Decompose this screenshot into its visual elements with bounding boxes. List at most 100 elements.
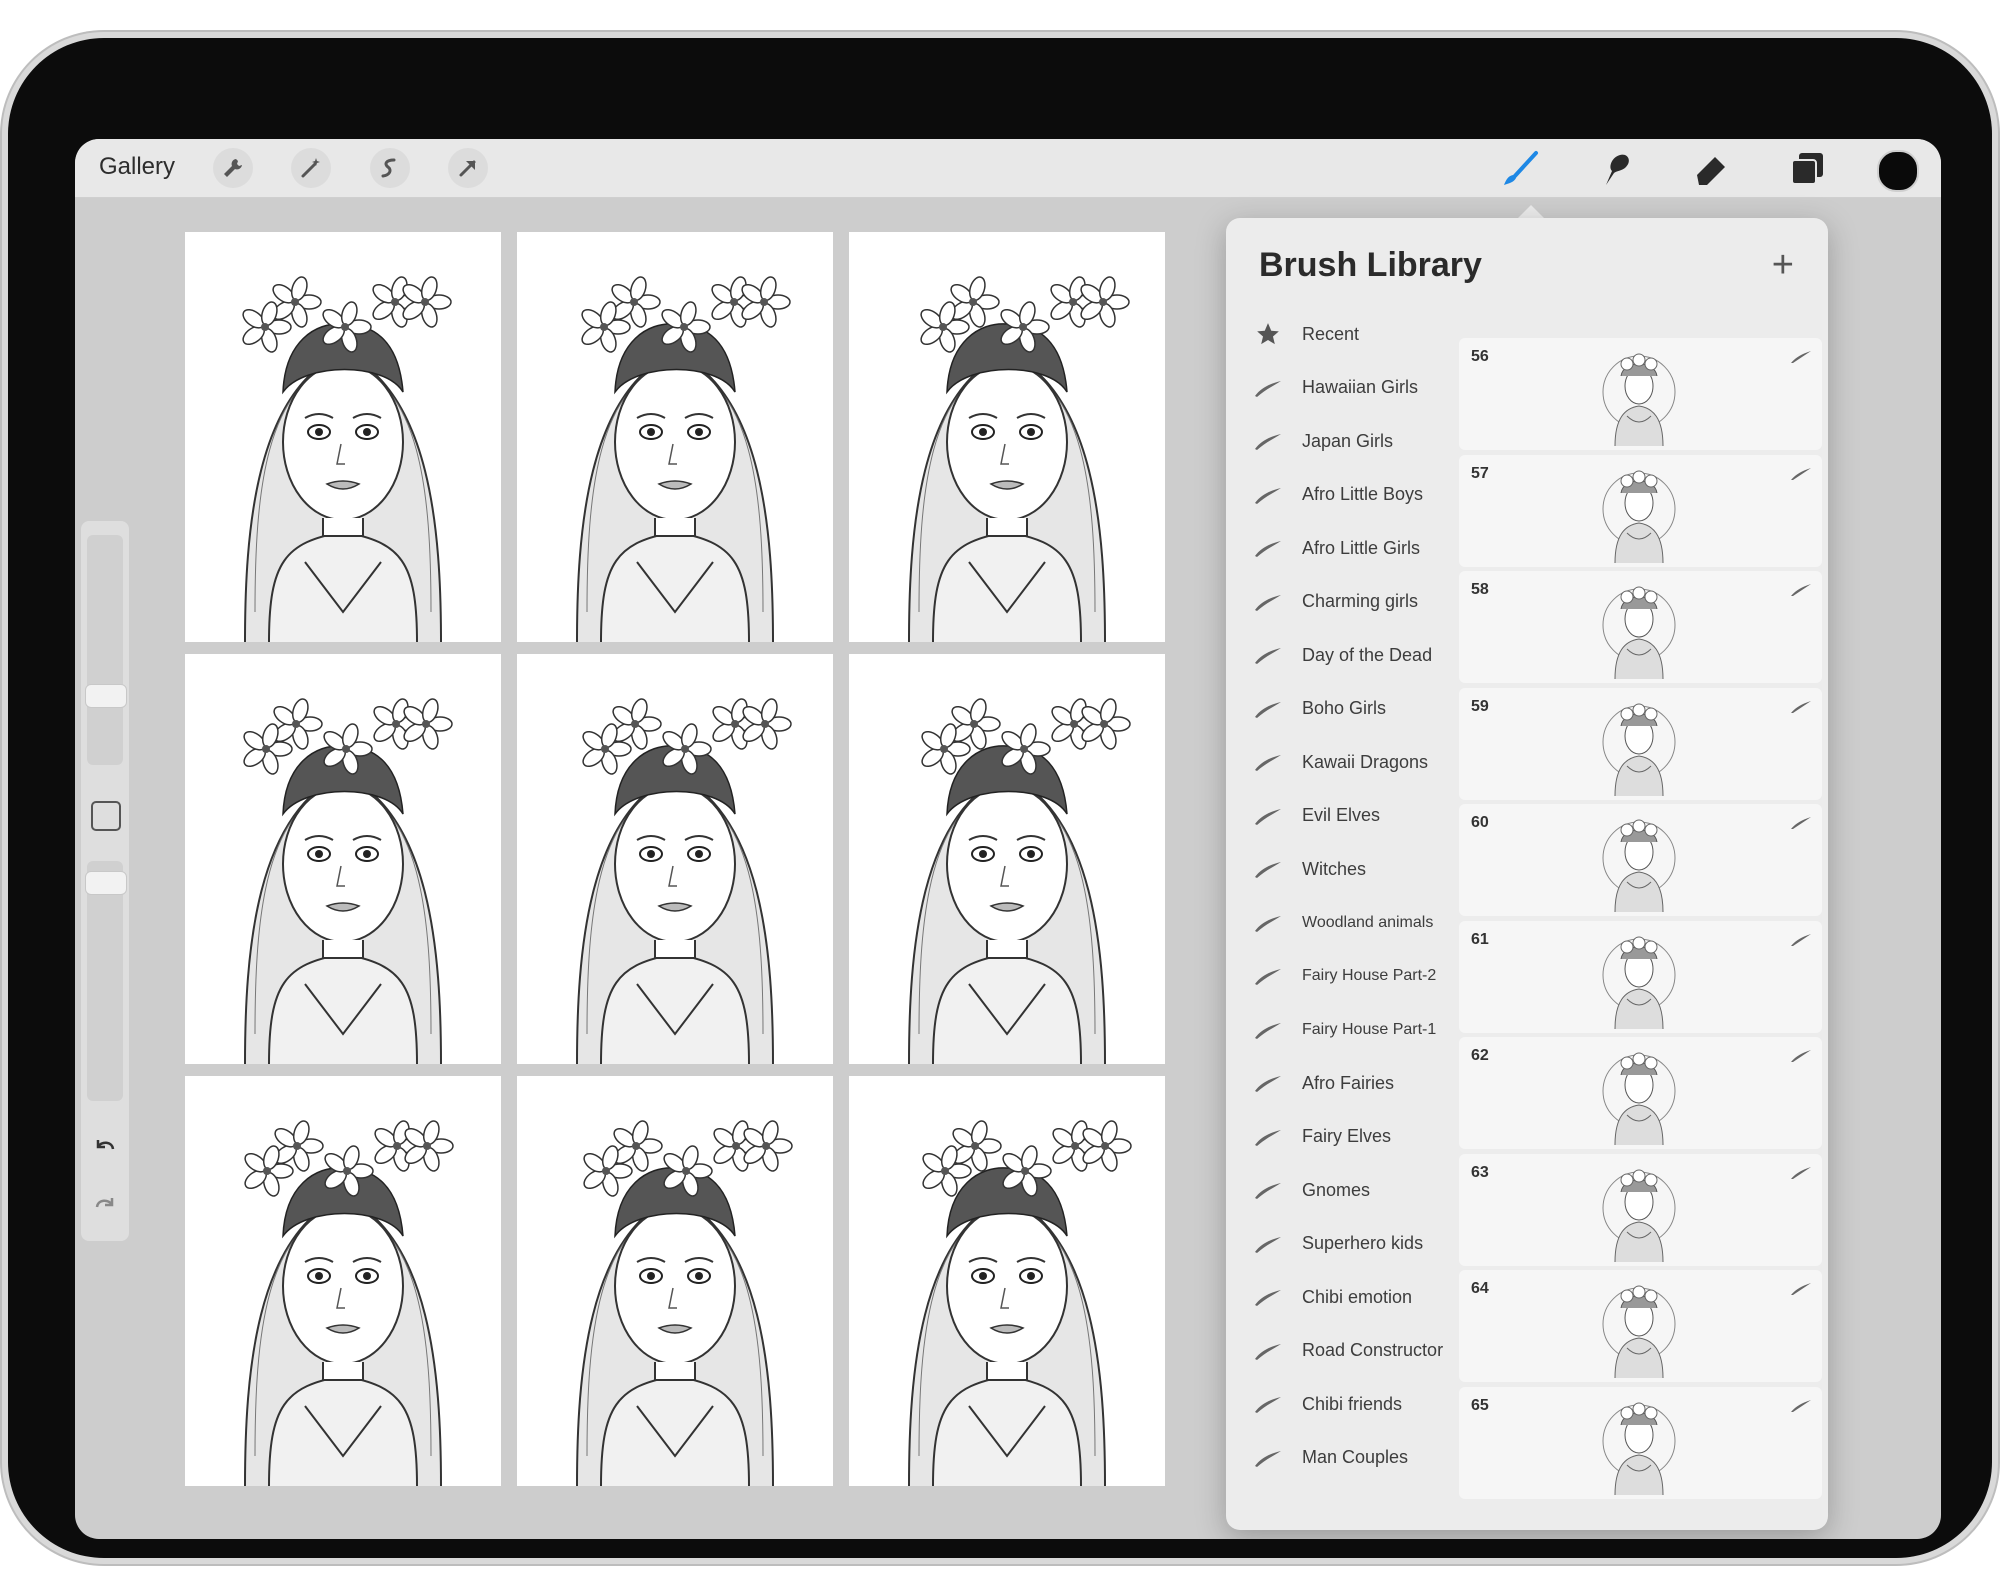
- brush-category-item[interactable]: Chibi emotion: [1248, 1277, 1458, 1317]
- undo-icon[interactable]: [89, 1131, 121, 1163]
- brush-category-label: Hawaiian Girls: [1302, 377, 1419, 397]
- brush-category-item[interactable]: Superhero kids: [1248, 1224, 1458, 1264]
- brush-item[interactable]: 62: [1459, 1037, 1822, 1149]
- brush-item[interactable]: 65: [1459, 1386, 1822, 1499]
- girl-with-flower-crown-sunset-illustration: [517, 232, 833, 642]
- brush-stroke-icon: [1248, 1068, 1288, 1098]
- girl-with-plumeria-crown-illustration: [517, 654, 833, 1064]
- brush-icon[interactable]: [1500, 149, 1540, 189]
- modify-button[interactable]: [91, 801, 121, 831]
- brush-stroke-icon: [1248, 1282, 1288, 1312]
- brush-library-panel: Brush Library + Recent Hawaiian Girls Japa…: [1226, 218, 1828, 1530]
- brush-preview-thumbnail: [1601, 459, 1677, 563]
- brush-category-item[interactable]: Fairy Elves: [1248, 1117, 1458, 1157]
- brush-category-list: Recent Hawaiian Girls Japan Girls Afro Litt…: [1226, 314, 1458, 1530]
- brush-stroke-icon: [1248, 694, 1288, 724]
- selection-icon[interactable]: [370, 148, 410, 188]
- brush-stroke-icon: [1248, 480, 1288, 510]
- brush-category-label: Afro Fairies: [1302, 1072, 1395, 1093]
- girl-with-parasol-and-flower-illustration: [185, 232, 501, 642]
- brush-category-label: Afro Little Girls: [1302, 537, 1421, 558]
- brush-size-thumb[interactable]: [85, 684, 127, 708]
- brush-number: 65: [1471, 1396, 1489, 1414]
- brush-category-item[interactable]: Witches: [1248, 849, 1458, 889]
- girl-with-floral-crown-embroidered-illustration: [849, 1076, 1165, 1486]
- brush-number: 60: [1471, 814, 1489, 831]
- brush-item[interactable]: 59: [1459, 687, 1822, 800]
- layers-icon[interactable]: [1787, 149, 1827, 189]
- brush-category-item[interactable]: Fairy House Part-2: [1248, 956, 1458, 996]
- brush-number: 59: [1471, 697, 1489, 715]
- opacity-slider[interactable]: [87, 861, 123, 1101]
- add-brush-button[interactable]: +: [1772, 246, 1794, 284]
- smudge-icon[interactable]: [1596, 149, 1636, 189]
- brush-category-label: Witches: [1302, 858, 1367, 879]
- brush-category-item[interactable]: Afro Little Girls: [1248, 528, 1458, 568]
- brush-category-item[interactable]: Day of the Dead: [1248, 635, 1458, 675]
- brush-stroke-icon: [1248, 1336, 1288, 1366]
- canvas-artwork-grid: [185, 232, 1185, 1539]
- brush-stroke-icon: [1790, 1166, 1812, 1180]
- brush-stroke-icon: [1248, 854, 1288, 884]
- brush-category-item[interactable]: Charming girls: [1248, 582, 1458, 622]
- brush-category-item[interactable]: Chibi friends: [1248, 1384, 1458, 1424]
- brush-category-label: Road Constructor: [1302, 1340, 1444, 1360]
- brush-item[interactable]: 58: [1459, 571, 1822, 683]
- wrench-icon[interactable]: [213, 148, 253, 188]
- brush-item[interactable]: 57: [1459, 454, 1822, 567]
- brush-category-item[interactable]: Afro Little Boys: [1248, 475, 1458, 515]
- brush-number: 64: [1471, 1280, 1489, 1297]
- brush-stroke-icon: [1248, 801, 1288, 831]
- brush-stroke-icon: [1248, 640, 1288, 670]
- brush-number: 57: [1471, 464, 1489, 482]
- brush-stroke-icon: [1790, 583, 1812, 597]
- brush-category-item[interactable]: Fairy House Part-1: [1248, 1010, 1458, 1050]
- brush-item[interactable]: 64: [1459, 1270, 1822, 1382]
- brush-category-label: Evil Elves: [1302, 805, 1381, 825]
- brush-category-item[interactable]: Gnomes: [1248, 1170, 1458, 1210]
- brush-category-label: Charming girls: [1302, 591, 1419, 611]
- brush-category-label: Fairy House Part-1: [1302, 1020, 1437, 1038]
- eraser-icon[interactable]: [1691, 149, 1731, 189]
- brush-number: 62: [1471, 1047, 1489, 1064]
- brush-preview-thumbnail: [1601, 1391, 1677, 1495]
- brush-stroke-icon: [1248, 533, 1288, 563]
- brush-item[interactable]: 60: [1459, 804, 1822, 916]
- brush-category-label: Woodland animals: [1302, 913, 1434, 931]
- magic-wand-icon[interactable]: [291, 148, 331, 188]
- opacity-thumb[interactable]: [85, 871, 127, 895]
- gallery-button[interactable]: Gallery: [99, 153, 175, 181]
- brush-category-item[interactable]: Recent: [1248, 314, 1458, 354]
- star-icon: [1248, 319, 1288, 349]
- brush-category-item[interactable]: Japan Girls: [1248, 421, 1458, 461]
- brush-item[interactable]: 61: [1459, 920, 1822, 1033]
- color-icon[interactable]: [1877, 150, 1919, 192]
- brush-stroke-icon: [1248, 1389, 1288, 1419]
- left-sidebar: [81, 521, 129, 1241]
- brush-size-slider[interactable]: [87, 535, 123, 765]
- girl-with-fan-headpiece-illustration: [517, 1076, 833, 1486]
- brush-preview-thumbnail: [1601, 1041, 1677, 1146]
- brush-category-item[interactable]: Afro Fairies: [1248, 1063, 1458, 1103]
- brush-category-item[interactable]: Man Couples: [1248, 1438, 1458, 1478]
- girl-with-beaded-necklace-illustration: [849, 654, 1165, 1064]
- brush-category-label: Kawaii Dragons: [1302, 751, 1429, 772]
- brush-category-item[interactable]: Hawaiian Girls: [1248, 368, 1458, 408]
- brush-category-item[interactable]: Woodland animals: [1248, 903, 1458, 943]
- brush-preview-thumbnail: [1601, 342, 1677, 447]
- brush-category-item[interactable]: Evil Elves: [1248, 796, 1458, 836]
- brush-category-item[interactable]: Boho Girls: [1248, 689, 1458, 729]
- brush-category-label: Fairy House Part-2: [1302, 967, 1437, 984]
- brush-stroke-icon: [1790, 816, 1812, 830]
- brush-category-label: Recent: [1302, 323, 1360, 344]
- redo-icon[interactable]: [89, 1189, 121, 1221]
- brush-item[interactable]: 63: [1459, 1153, 1822, 1266]
- transform-arrow-icon[interactable]: [448, 148, 488, 188]
- brush-category-label: Chibi friends: [1302, 1393, 1403, 1414]
- girl-with-tropical-flower-crown-illustration: [849, 232, 1165, 642]
- brush-category-item[interactable]: Road Constructor: [1248, 1331, 1458, 1371]
- brush-category-label: Fairy Elves: [1302, 1126, 1392, 1146]
- brush-category-item[interactable]: Kawaii Dragons: [1248, 742, 1458, 782]
- brush-item[interactable]: 56: [1459, 338, 1822, 450]
- brush-stroke-icon: [1248, 1443, 1288, 1473]
